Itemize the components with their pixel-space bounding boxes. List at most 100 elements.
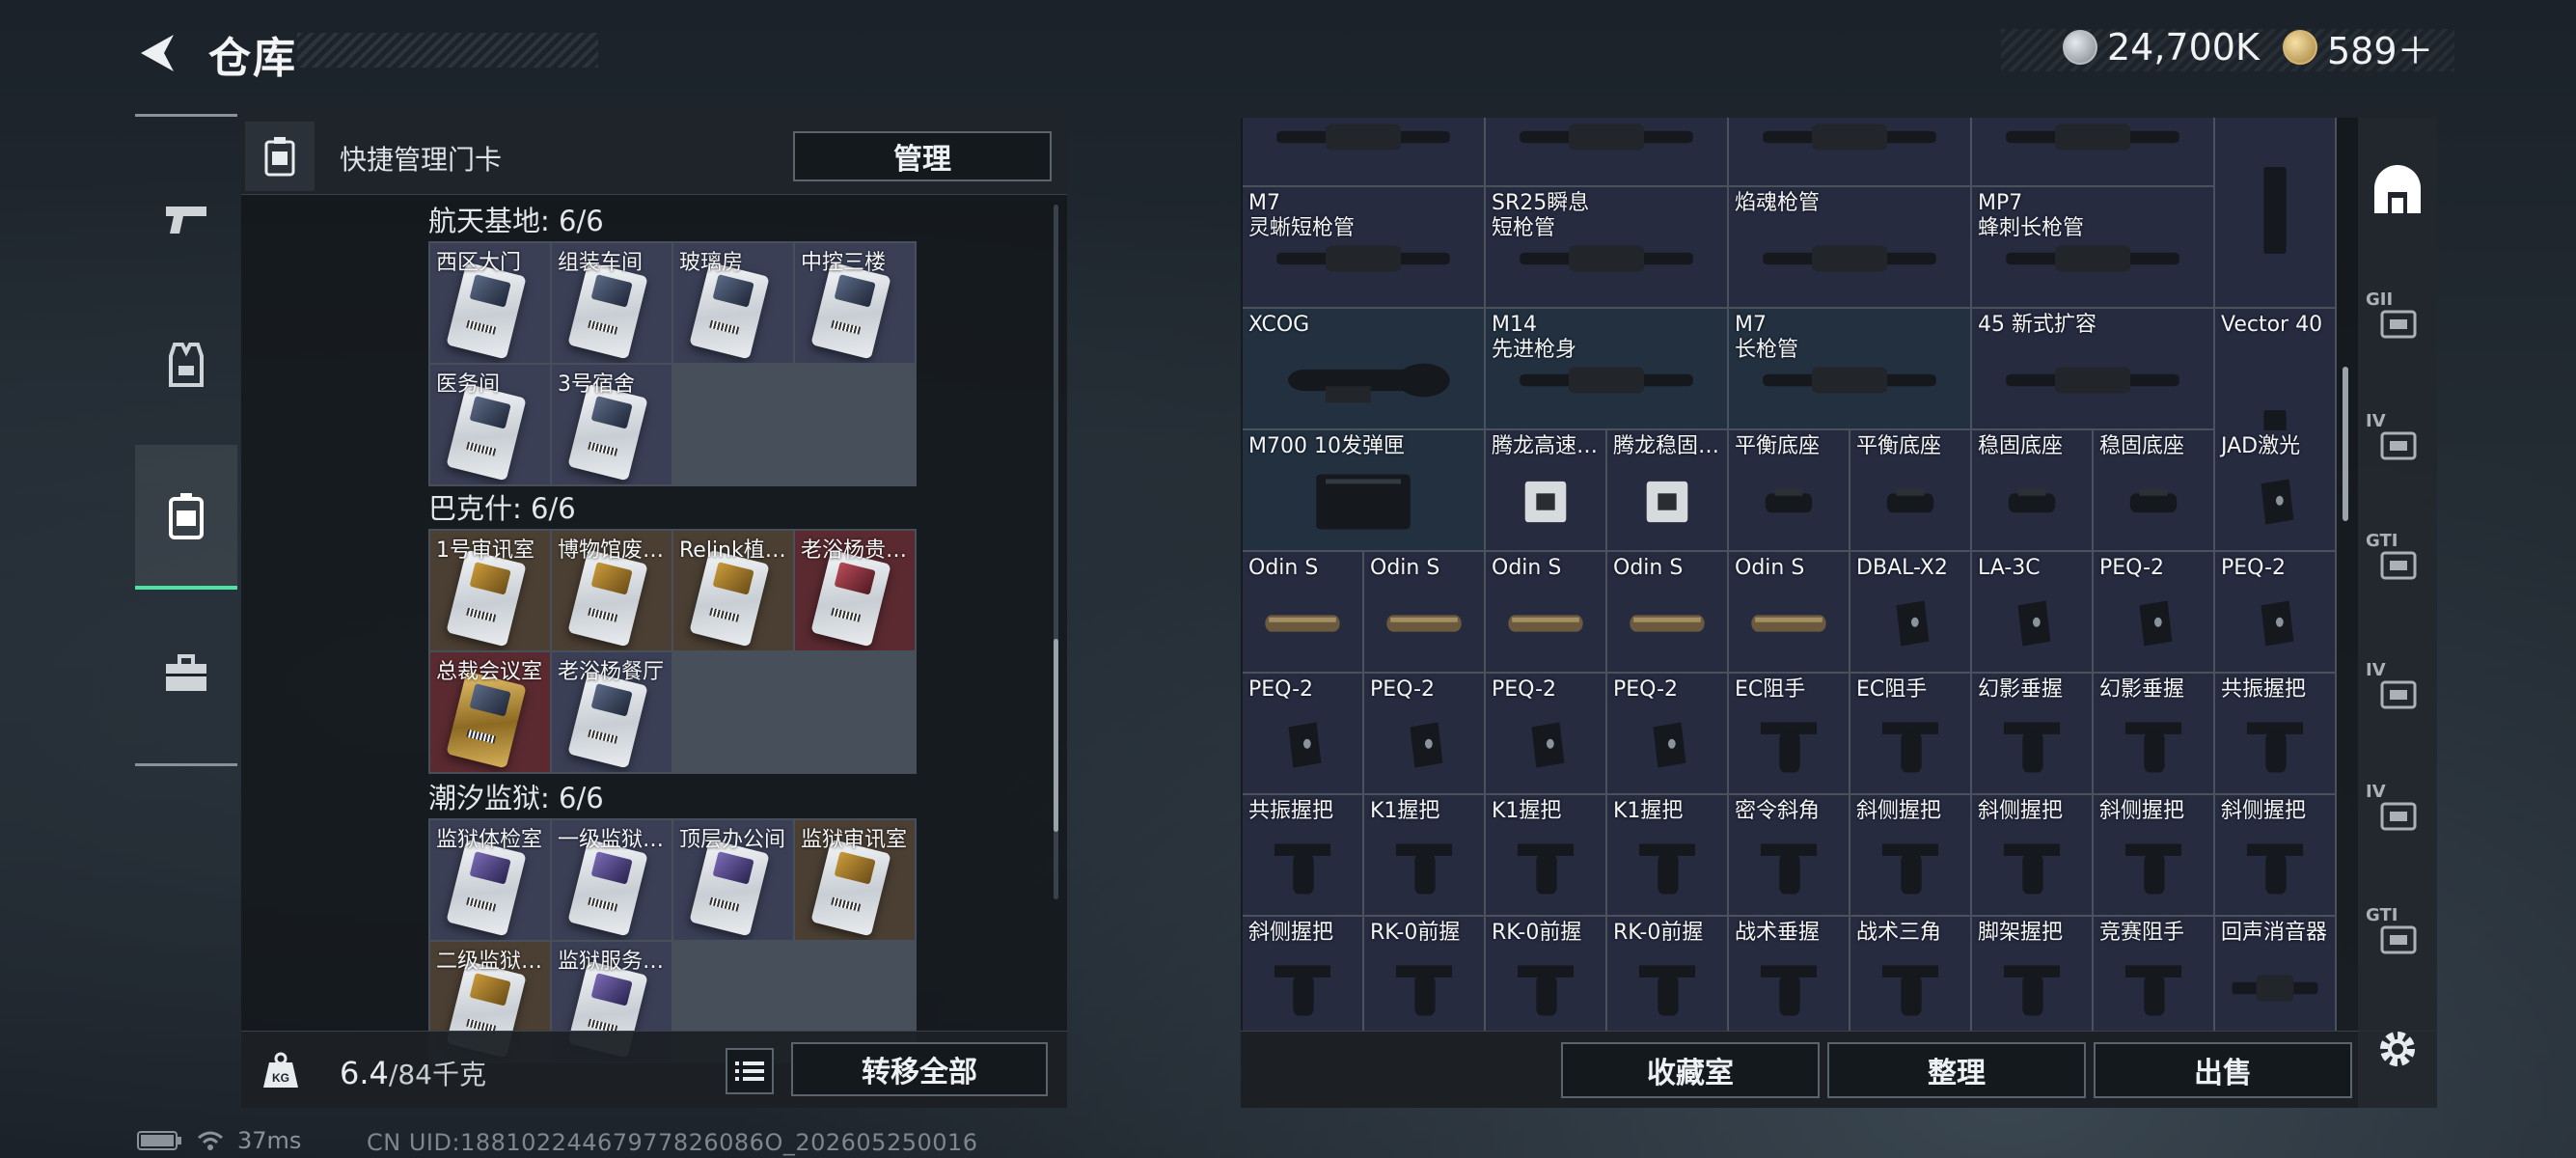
storage-item[interactable]: EC阻手 <box>1850 674 1970 793</box>
storage-item[interactable]: RK-0前握 <box>1607 917 1727 1031</box>
storage-item[interactable]: 超长枪管 <box>1972 118 2213 185</box>
list-view-button[interactable] <box>726 1048 774 1094</box>
storage-item-weapon-part[interactable] <box>1243 118 1484 185</box>
currency-silver[interactable]: 24,700K <box>2063 23 2260 71</box>
keycard-slot[interactable]: 博物馆废… <box>552 531 671 650</box>
storage-item[interactable]: K1握把 <box>1607 795 1727 915</box>
storage-item[interactable]: 稳固底座 <box>2094 430 2213 550</box>
storage-item[interactable]: K1握把 <box>1486 795 1605 915</box>
manage-button[interactable]: 管理 <box>793 131 1052 181</box>
storage-item[interactable]: Odin S <box>1486 552 1605 672</box>
storage-item[interactable]: PEQ-2 <box>1607 674 1727 793</box>
storage-item[interactable]: 战术垂握 <box>1729 917 1849 1031</box>
storage-item[interactable]: 竞赛阻手 <box>2094 917 2213 1031</box>
storage-item[interactable]: XCOG <box>1243 309 1484 428</box>
storage-item[interactable]: 腾龙稳固… <box>1607 430 1727 550</box>
left-scrollbar[interactable] <box>1054 205 1058 899</box>
storage-item-tall[interactable] <box>2215 118 2335 307</box>
sell-button[interactable]: 出售 <box>2094 1042 2352 1098</box>
storage-item[interactable]: 斜侧握把 <box>1850 795 1970 915</box>
side-tab-all[interactable] <box>2362 154 2433 226</box>
keycard-slot[interactable]: 监狱审讯室 <box>795 820 915 940</box>
keycard-slot[interactable]: Relink植… <box>673 531 793 650</box>
storage-item[interactable]: Odin S <box>1729 552 1849 672</box>
transfer-all-button[interactable]: 转移全部 <box>791 1042 1048 1096</box>
storage-item[interactable]: 脚架握把 <box>1972 917 2092 1031</box>
storage-scrollbar-thumb[interactable] <box>2343 367 2348 521</box>
storage-item[interactable]: 斜侧握把 <box>2215 795 2335 915</box>
storage-item[interactable]: 腾龙高速… <box>1486 430 1605 550</box>
storage-item[interactable]: M7 长枪管 <box>1729 309 1970 428</box>
keycard-slot[interactable]: 玻璃房 <box>673 243 793 363</box>
storage-item[interactable]: 海啸长枪管 <box>1486 118 1727 185</box>
storage-item[interactable]: 战术三角 <box>1850 917 1970 1031</box>
storage-item[interactable]: 长枪管 <box>1729 118 1970 185</box>
back-button[interactable] <box>135 29 183 77</box>
side-tab-4[interactable]: IV <box>2362 656 2433 728</box>
storage-item[interactable]: RK-0前握 <box>1486 917 1605 1031</box>
storage-item[interactable]: 稳固底座 <box>1972 430 2092 550</box>
storage-item[interactable]: 平衡底座 <box>1729 430 1849 550</box>
storage-item[interactable]: JAD激光 <box>2215 430 2335 550</box>
storage-item[interactable]: 平衡底座 <box>1850 430 1970 550</box>
nav-weapons[interactable] <box>135 146 237 290</box>
storage-item[interactable]: DBAL-X2 <box>1850 552 1970 672</box>
side-tab-5[interactable]: IV <box>2362 778 2433 849</box>
storage-item[interactable]: 共振握把 <box>2215 674 2335 793</box>
storage-item[interactable]: 回声消音器 <box>2215 917 2335 1031</box>
storage-item[interactable]: PEQ-2 <box>2094 552 2213 672</box>
storage-item[interactable]: PEQ-2 <box>1243 674 1362 793</box>
keycard-grid: 1号审讯室 博物馆废… Relink植… 老浴杨贵… 总裁会议室 老浴杨餐厅 <box>428 529 917 774</box>
side-tab-2[interactable]: IV <box>2362 407 2433 479</box>
keycard-slot[interactable]: 1号审讯室 <box>430 531 550 650</box>
keycard-slot[interactable]: 顶层办公间 <box>673 820 793 940</box>
storage-item-label: 稳固底座 <box>2099 434 2185 458</box>
collection-room-button[interactable]: 收藏室 <box>1561 1042 1820 1098</box>
organize-button[interactable]: 整理 <box>1827 1042 2086 1098</box>
settings-button[interactable] <box>2362 1013 2433 1085</box>
storage-item[interactable]: 焰魂枪管 <box>1729 187 1970 307</box>
storage-item[interactable]: 斜侧握把 <box>2094 795 2213 915</box>
keycard-slot[interactable]: 老浴杨餐厅 <box>552 652 671 772</box>
keycard-slot[interactable]: 3号宿舍 <box>552 365 671 484</box>
keycard-slot[interactable]: 一级监狱… <box>552 820 671 940</box>
storage-item[interactable]: 幻影垂握 <box>2094 674 2213 793</box>
storage-item[interactable]: 幻影垂握 <box>1972 674 2092 793</box>
storage-item[interactable]: M14 先进枪身 <box>1486 309 1727 428</box>
storage-item[interactable]: PEQ-2 <box>2215 552 2335 672</box>
storage-item[interactable]: 密令斜角 <box>1729 795 1849 915</box>
storage-item[interactable]: 45 新式扩容 <box>1972 309 2213 428</box>
storage-item[interactable]: Odin S <box>1607 552 1727 672</box>
storage-item[interactable]: EC阻手 <box>1729 674 1849 793</box>
keycard-slot[interactable]: 西区大门 <box>430 243 550 363</box>
storage-item[interactable]: 共振握把 <box>1243 795 1362 915</box>
storage-item[interactable]: LA-3C <box>1972 552 2092 672</box>
side-tab-6[interactable]: GTI <box>2362 901 2433 973</box>
storage-item[interactable]: Odin S <box>1243 552 1362 672</box>
storage-item[interactable]: M7 灵蜥短枪管 <box>1243 187 1484 307</box>
left-scrollbar-thumb[interactable] <box>1054 639 1058 832</box>
keycard-slot[interactable]: 总裁会议室 <box>430 652 550 772</box>
grip-icon <box>2124 843 2182 895</box>
storage-item[interactable]: RK-0前握 <box>1364 917 1484 1031</box>
storage-item[interactable]: MP7 蜂刺长枪管 <box>1972 187 2213 307</box>
storage-item[interactable]: PEQ-2 <box>1486 674 1605 793</box>
storage-item[interactable]: M700 10发弹匣 <box>1243 430 1484 550</box>
nav-toolbox[interactable] <box>135 601 237 746</box>
nav-keycards[interactable] <box>135 445 237 590</box>
side-tab-1[interactable]: GII <box>2362 286 2433 357</box>
storage-item[interactable]: 斜侧握把 <box>1243 917 1362 1031</box>
keycard-slot[interactable]: 老浴杨贵… <box>795 531 915 650</box>
currency-gold[interactable]: 589＋ <box>2283 23 2434 72</box>
keycard-slot[interactable]: 中控三楼 <box>795 243 915 363</box>
storage-item[interactable]: Odin S <box>1364 552 1484 672</box>
storage-item[interactable]: K1握把 <box>1364 795 1484 915</box>
nav-equipment[interactable] <box>135 292 237 437</box>
keycard-slot[interactable]: 组装车间 <box>552 243 671 363</box>
keycard-slot[interactable]: 监狱体检室 <box>430 820 550 940</box>
storage-item[interactable]: 斜侧握把 <box>1972 795 2092 915</box>
storage-item[interactable]: PEQ-2 <box>1364 674 1484 793</box>
keycard-slot[interactable]: 医务间 <box>430 365 550 484</box>
storage-item[interactable]: SR25瞬息 短枪管 <box>1486 187 1727 307</box>
side-tab-3[interactable]: GTI <box>2362 527 2433 598</box>
